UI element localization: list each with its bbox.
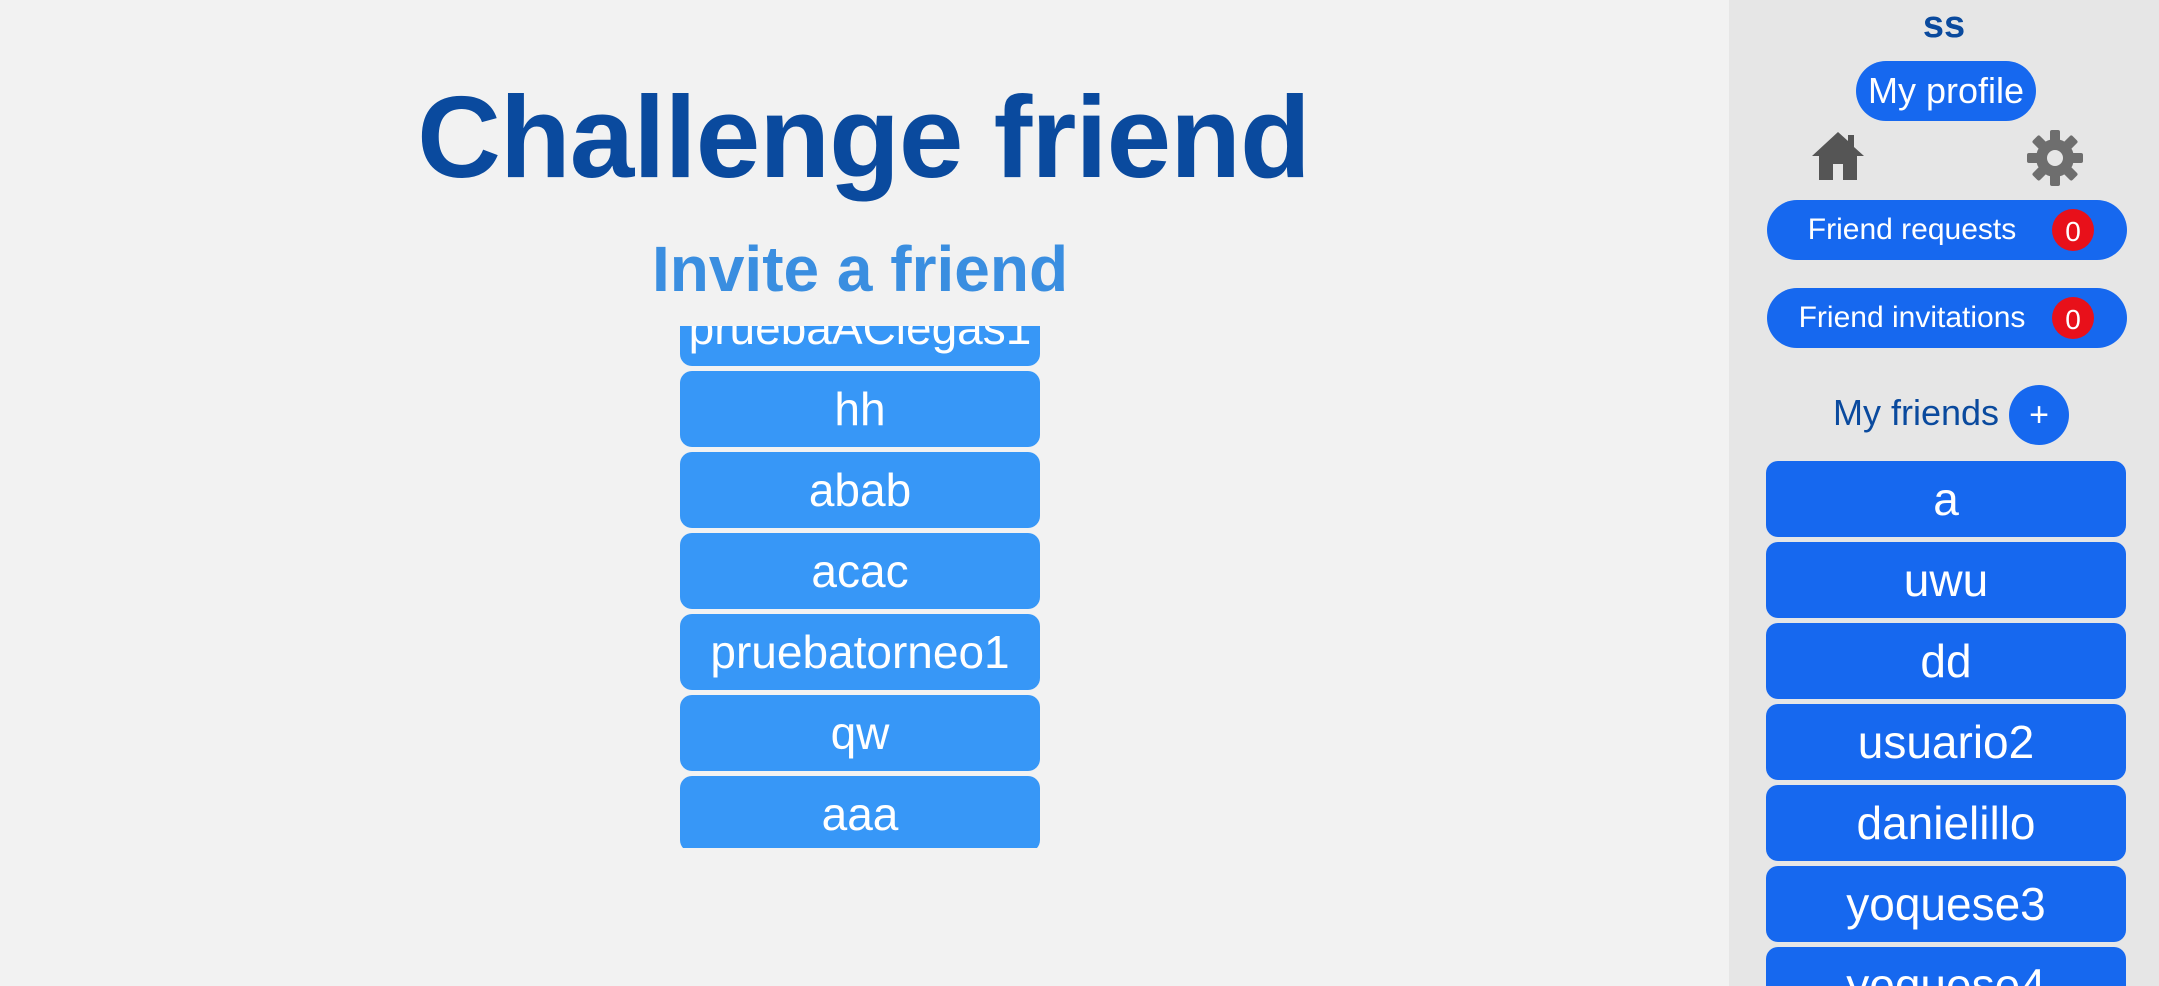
invite-friend-item[interactable]: acac xyxy=(680,533,1040,609)
friend-invitations-label: Friend invitations xyxy=(1798,301,2026,334)
friend-list-item[interactable]: a xyxy=(1766,461,2126,537)
friend-requests-label: Friend requests xyxy=(1807,213,2017,246)
page-title: Challenge friend xyxy=(417,72,1311,202)
friend-invitations-button[interactable]: Friend invitations 0 xyxy=(1767,288,2127,348)
my-profile-button[interactable]: My profile xyxy=(1856,61,2036,121)
invite-friend-item[interactable]: qw xyxy=(680,695,1040,771)
username-label: ss xyxy=(1922,4,1966,46)
friend-list-item[interactable]: uwu xyxy=(1766,542,2126,618)
friend-list-item[interactable]: dd xyxy=(1766,623,2126,699)
friends-list[interactable]: a uwu dd usuario2 danielillo yoquese3 yo… xyxy=(1766,461,2128,986)
friend-list-item[interactable]: yoquese4 xyxy=(1766,947,2126,986)
friend-requests-count-badge: 0 xyxy=(2052,209,2094,251)
friend-list-item[interactable]: usuario2 xyxy=(1766,704,2126,780)
invite-subtitle: Invite a friend xyxy=(651,233,1069,305)
friend-requests-button[interactable]: Friend requests 0 xyxy=(1767,200,2127,260)
my-friends-heading: My friends xyxy=(1833,392,2000,433)
friend-list-item[interactable]: yoquese3 xyxy=(1766,866,2126,942)
sidebar: ss My profile Friend requests 0 Friend i… xyxy=(1729,0,2159,986)
gear-icon[interactable] xyxy=(2026,129,2084,187)
invite-friend-item[interactable]: hh xyxy=(680,371,1040,447)
friend-invitations-count-badge: 0 xyxy=(2052,297,2094,339)
friend-list-item[interactable]: danielillo xyxy=(1766,785,2126,861)
add-friend-button[interactable]: + xyxy=(2009,385,2069,445)
home-icon[interactable] xyxy=(1810,130,1866,182)
invite-friend-item[interactable]: pruebatorneo1 xyxy=(680,614,1040,690)
main-panel: Challenge friend Invite a friend pruebaA… xyxy=(0,0,1729,986)
invite-friend-list[interactable]: pruebaACiegas1 hh abab acac pruebatorneo… xyxy=(679,326,1041,848)
invite-friend-item[interactable]: pruebaACiegas1 xyxy=(680,326,1040,366)
invite-friend-item[interactable]: aaa xyxy=(680,776,1040,848)
invite-friend-item[interactable]: abab xyxy=(680,452,1040,528)
